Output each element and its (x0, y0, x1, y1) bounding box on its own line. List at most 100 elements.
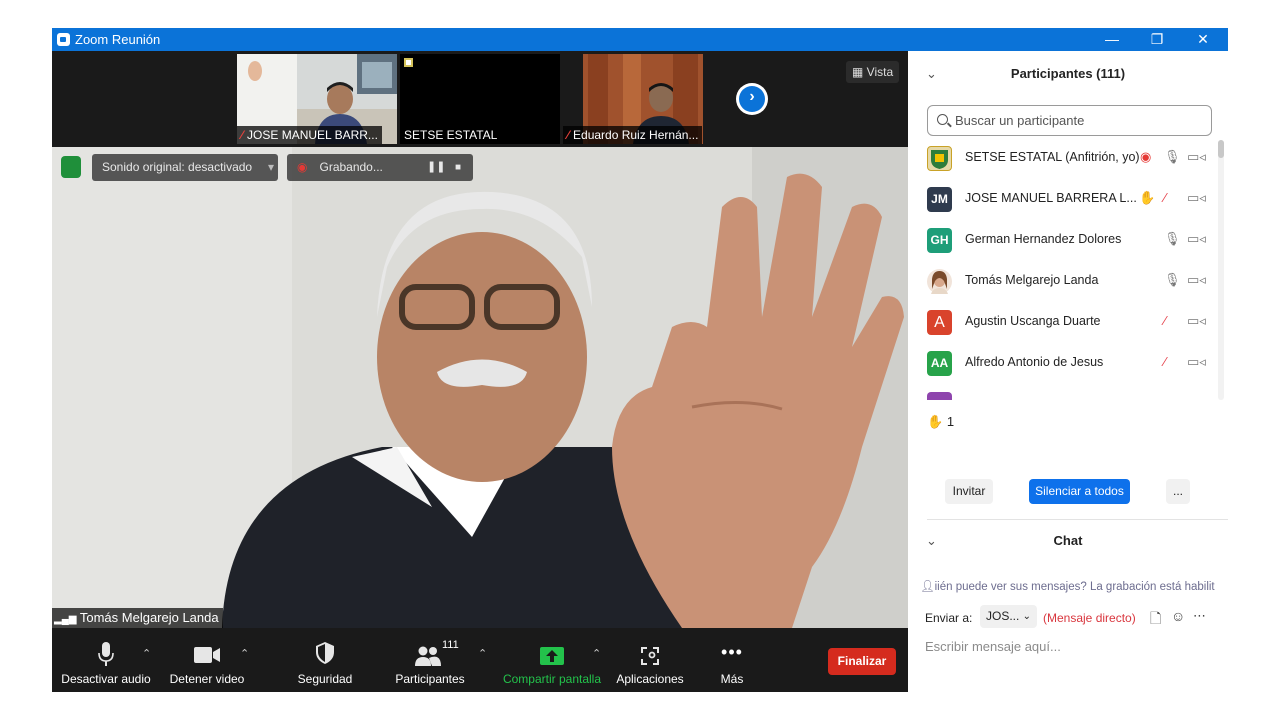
shield-icon (316, 642, 334, 664)
avatar (927, 269, 952, 294)
participant-name-label: ⁄ JOSE MANUEL BARR... (237, 126, 382, 144)
participant-row[interactable]: A Agustin Uscanga Duarte ⁄ ▭◃ (908, 302, 1220, 343)
avatar: AA (927, 351, 952, 376)
share-options-caret[interactable]: ⌃ (592, 647, 601, 660)
participant-name-label: ⁄ Eduardo Ruiz Hernán... (563, 126, 703, 144)
security-button[interactable]: Seguridad (290, 628, 360, 692)
speaker-video-frame (52, 147, 908, 628)
search-icon (937, 114, 948, 125)
chevron-down-icon[interactable]: ⌄ (926, 521, 937, 561)
participant-search-input[interactable]: Buscar un participante (927, 105, 1212, 136)
emoji-icon[interactable]: ☺ (1171, 608, 1185, 624)
avatar: A (927, 310, 952, 335)
mic-muted-icon: ⁄ (567, 128, 570, 142)
microphone-icon[interactable]: 🎙︎ (1164, 231, 1181, 247)
signal-strength-icon: ▂▄▆ (54, 614, 77, 625)
mic-muted-icon[interactable]: ⁄ (1164, 354, 1166, 369)
side-panel: ⌄ Participantes (111) Buscar un particip… (908, 51, 1228, 692)
avatar: GH (927, 228, 952, 253)
participant-list: SETSE ESTATAL (Anfitrión, yo) ◉ 🎙︎ ▭◃ JM… (908, 138, 1220, 400)
participant-row[interactable]: AA Alfredo Antonio de Jesus ⁄ ▭◃ (908, 343, 1220, 384)
pause-recording-icon[interactable]: ❚❚ (427, 154, 445, 181)
mic-muted-icon[interactable]: ⁄ (1164, 313, 1166, 328)
raised-hands-count: ✋ 1 (927, 414, 955, 429)
main-speaker-video: Sonido original: desactivado ▾ ◉ Grabando.… (52, 147, 908, 628)
participants-button[interactable]: 111 Participantes (390, 628, 470, 692)
chat-more-icon[interactable]: ⋯ (1193, 608, 1206, 624)
microphone-icon[interactable]: 🎙︎ (1164, 149, 1181, 165)
active-speaker-label: ▂▄▆ Tomás Melgarejo Landa (52, 608, 223, 628)
security-shield-icon[interactable] (61, 156, 81, 178)
stop-video-button[interactable]: Detener video (166, 628, 248, 692)
recording-icon: ◉ (297, 160, 308, 174)
participant-thumbnail[interactable]: ⁄ Eduardo Ruiz Hernán... (563, 54, 723, 144)
more-button[interactable]: ••• Más (702, 628, 762, 692)
chat-message-input[interactable]: Escribir mensaje aquí... (925, 639, 1215, 654)
more-dots-icon: ••• (721, 642, 743, 662)
participants-count: 111 (442, 639, 459, 651)
participants-header: ⌄ Participantes (111) (908, 54, 1228, 94)
video-camera-icon[interactable]: ▭◃ (1187, 354, 1206, 370)
participant-thumbnail[interactable]: ⁄ JOSE MANUEL BARR... (237, 54, 397, 144)
apps-icon (641, 647, 659, 665)
participant-row[interactable] (908, 384, 1220, 400)
participant-row[interactable]: Tomás Melgarejo Landa 🎙︎ ▭◃ (908, 261, 1220, 302)
audio-options-caret[interactable]: ⌃ (142, 647, 151, 660)
video-camera-icon[interactable]: ▭◃ (1187, 272, 1206, 288)
participants-options-caret[interactable]: ⌃ (478, 647, 487, 660)
chevron-down-icon[interactable]: ▾ (268, 154, 274, 181)
profile-photo-icon (931, 271, 948, 294)
participant-row[interactable]: GH German Hernandez Dolores 🎙︎ ▭◃ (908, 220, 1220, 261)
share-screen-icon (540, 647, 564, 665)
stop-recording-icon[interactable]: ■ (455, 154, 461, 181)
video-camera-icon (194, 647, 220, 663)
video-area: ⁄ JOSE MANUEL BARR... SETSE ESTATAL ⁄ Ed… (52, 51, 908, 692)
apps-button[interactable]: Aplicaciones (614, 628, 686, 692)
original-sound-button[interactable]: Sonido original: desactivado ▾ (92, 154, 278, 181)
video-camera-icon[interactable]: ▭◃ (1187, 190, 1206, 206)
recording-indicator: ◉ Grabando... ❚❚ ■ (287, 154, 473, 181)
chat-visibility-notice[interactable]: 👤︎iién puede ver sus mensajes? La grabac… (920, 579, 1220, 593)
participant-thumbnail[interactable]: SETSE ESTATAL (400, 54, 560, 144)
raised-hand-icon: ✋ (1139, 190, 1156, 205)
window-title: Zoom Reunión (75, 32, 161, 47)
share-screen-button[interactable]: Compartir pantalla (502, 628, 602, 692)
video-options-caret[interactable]: ⌃ (240, 647, 249, 660)
invite-button[interactable]: Invitar (945, 479, 993, 504)
send-to-select[interactable]: JOS... ⌄ (980, 605, 1037, 628)
mic-muted-icon[interactable]: ⁄ (1164, 190, 1166, 205)
end-meeting-button[interactable]: Finalizar (828, 648, 896, 675)
video-camera-icon[interactable]: ▭◃ (1187, 313, 1206, 329)
grid-icon: ▦ (852, 65, 867, 79)
raised-hand-icon: ✋ (927, 414, 944, 429)
file-icon[interactable]: 🗋 (1150, 608, 1161, 632)
meeting-toolbar: Desactivar audio ⌃ Detener video ⌃ Segur… (52, 628, 908, 692)
send-to-label: Enviar a: (925, 611, 973, 625)
mic-muted-icon: ⁄ (241, 128, 244, 142)
participants-more-button[interactable]: ... (1166, 479, 1190, 504)
participant-row[interactable]: SETSE ESTATAL (Anfitrión, yo) ◉ 🎙︎ ▭◃ (908, 138, 1220, 179)
chevron-down-icon: ⌄ (1022, 611, 1031, 622)
chevron-down-icon[interactable]: ⌄ (926, 54, 937, 94)
participant-list-scrollbar[interactable] (1218, 140, 1224, 400)
person-info-icon: 👤︎ (920, 581, 935, 593)
close-button[interactable]: ✕ (1183, 28, 1223, 51)
video-camera-icon[interactable]: ▭◃ (1187, 149, 1206, 165)
maximize-button[interactable]: ❐ (1137, 28, 1177, 51)
avatar (927, 146, 952, 171)
minimize-button[interactable]: — (1092, 28, 1132, 51)
view-button[interactable]: ▦ Vista (846, 61, 900, 83)
panel-divider (927, 519, 1228, 520)
mute-audio-button[interactable]: Desactivar audio (60, 628, 152, 692)
scrollbar-thumb[interactable] (1218, 140, 1224, 158)
participants-icon (415, 646, 441, 666)
logo-icon (931, 150, 948, 169)
avatar (927, 392, 952, 400)
avatar: JM (927, 187, 952, 212)
video-camera-icon[interactable]: ▭◃ (1187, 231, 1206, 247)
direct-message-label: (Mensaje directo) (1043, 611, 1136, 625)
participant-row[interactable]: JM JOSE MANUEL BARRERA L... ✋ ⁄ ▭◃ (908, 179, 1220, 220)
next-page-button[interactable]: › (736, 83, 768, 115)
mute-all-button[interactable]: Silenciar a todos (1029, 479, 1130, 504)
microphone-icon[interactable]: 🎙︎ (1164, 272, 1181, 288)
